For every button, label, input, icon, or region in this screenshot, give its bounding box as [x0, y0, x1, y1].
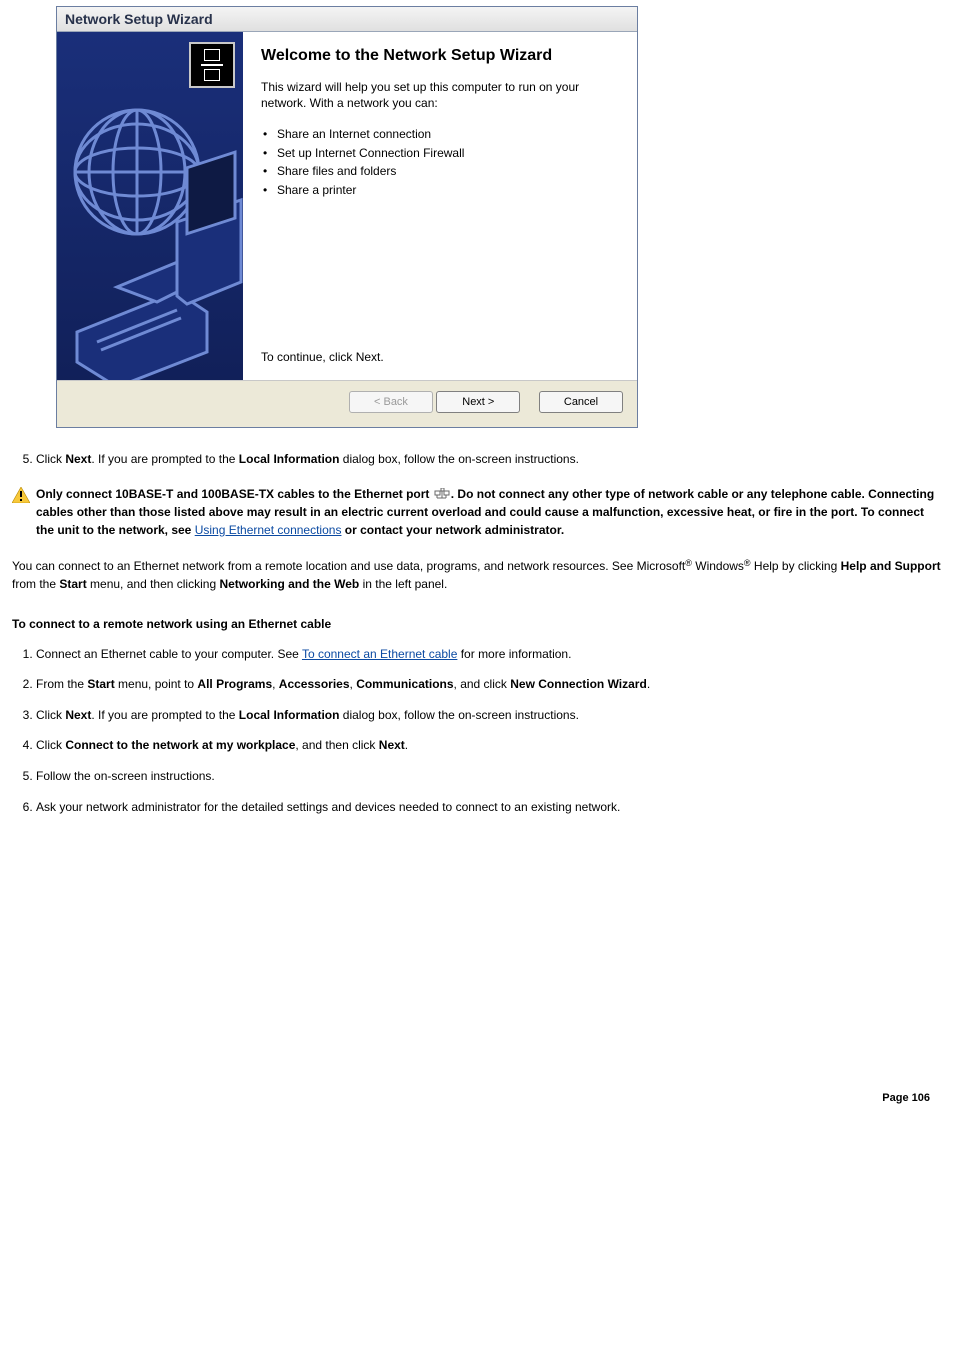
step-list-b: Connect an Ethernet cable to your comput…: [6, 645, 948, 817]
back-button: < Back: [349, 391, 433, 413]
wizard-button-row: < Back Next > Cancel: [57, 380, 637, 427]
page-number: Page 106: [6, 832, 948, 1118]
wizard-title: Network Setup Wizard: [65, 11, 213, 27]
step-item: Click Next. If you are prompted to the L…: [36, 450, 948, 469]
step-item: Ask your network administrator for the d…: [36, 798, 948, 817]
wizard-heading: Welcome to the Network Setup Wizard: [261, 46, 619, 66]
wizard-continue-text: To continue, click Next.: [261, 290, 619, 370]
section-heading: To connect to a remote network using an …: [6, 617, 948, 631]
wizard-bullet-list: Share an Internet connection Set up Inte…: [277, 125, 619, 199]
warning-icon: [12, 487, 30, 503]
cancel-button[interactable]: Cancel: [539, 391, 623, 413]
info-paragraph: You can connect to an Ethernet network f…: [6, 557, 948, 593]
wizard-bullet: Share a printer: [277, 181, 619, 200]
wizard-bullet: Set up Internet Connection Firewall: [277, 144, 619, 163]
next-button[interactable]: Next >: [436, 391, 520, 413]
step-item: Follow the on-screen instructions.: [36, 767, 948, 786]
step-list-a: Click Next. If you are prompted to the L…: [6, 450, 948, 469]
wizard-bullet: Share an Internet connection: [277, 125, 619, 144]
using-ethernet-connections-link[interactable]: Using Ethernet connections: [195, 523, 342, 537]
wizard-intro-text: This wizard will help you set up this co…: [261, 80, 619, 111]
network-setup-wizard-window: Network Setup Wizard: [56, 6, 638, 428]
ethernet-port-icon: [433, 488, 451, 500]
step-item: Click Connect to the network at my workp…: [36, 736, 948, 755]
to-connect-ethernet-cable-link[interactable]: To connect an Ethernet cable: [302, 647, 457, 661]
wizard-side-image: [57, 32, 243, 380]
step-item: From the Start menu, point to All Progra…: [36, 675, 948, 694]
step-item: Click Next. If you are prompted to the L…: [36, 706, 948, 725]
step-item: Connect an Ethernet cable to your comput…: [36, 645, 948, 664]
network-computers-icon: [189, 42, 235, 88]
wizard-bullet: Share files and folders: [277, 162, 619, 181]
wizard-titlebar: Network Setup Wizard: [57, 7, 637, 32]
warning-block: Only connect 10BASE-T and 100BASE-TX cab…: [6, 485, 948, 539]
